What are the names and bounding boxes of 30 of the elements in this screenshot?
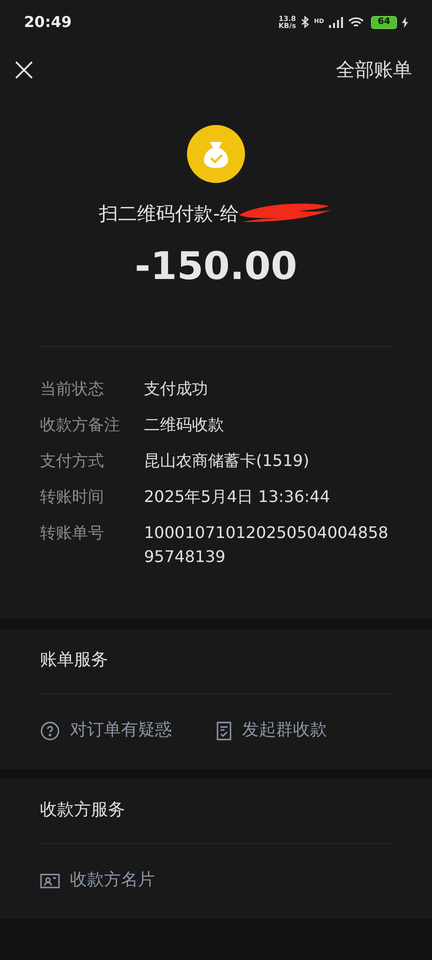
question-icon xyxy=(40,721,60,741)
detail-label: 支付方式 xyxy=(40,450,105,472)
all-bills-link[interactable]: 全部账单 xyxy=(336,56,412,84)
detail-value: 支付成功 xyxy=(144,378,209,400)
service-action[interactable]: 发起群收款 xyxy=(216,718,392,744)
status-time: 20:49 xyxy=(24,12,72,34)
battery-indicator: 64 xyxy=(371,16,397,29)
payment-title: 扫二维码付款-给 xyxy=(99,202,239,227)
section-title: 账单服务 xyxy=(40,648,109,672)
detail-value: 10001071012025050400485895748139 xyxy=(144,522,390,568)
detail-label: 当前状态 xyxy=(40,378,105,400)
section-title: 收款方服务 xyxy=(40,798,126,822)
detail-value: 二维码收款 xyxy=(144,414,225,436)
detail-value: 2025年5月4日 13:36:44 xyxy=(144,486,332,508)
bluetooth-icon xyxy=(300,16,309,29)
payment-amount: -150.00 xyxy=(134,246,298,284)
signal-icon xyxy=(329,17,343,28)
document-check-icon xyxy=(216,721,232,741)
service-action[interactable]: 收款方名片 xyxy=(40,868,232,894)
money-bag-icon xyxy=(187,125,245,183)
detail-label: 转账时间 xyxy=(40,486,105,508)
detail-label: 收款方备注 xyxy=(40,414,121,436)
close-button[interactable] xyxy=(14,60,34,80)
charging-icon xyxy=(402,17,408,28)
detail-value: 昆山农商储蓄卡(1519) xyxy=(144,450,310,472)
close-icon xyxy=(14,60,34,80)
wifi-icon xyxy=(348,16,364,28)
service-action[interactable]: 对订单有疑惑 xyxy=(40,718,216,744)
detail-label: 转账单号 xyxy=(40,522,105,544)
contact-card-icon xyxy=(40,873,60,889)
